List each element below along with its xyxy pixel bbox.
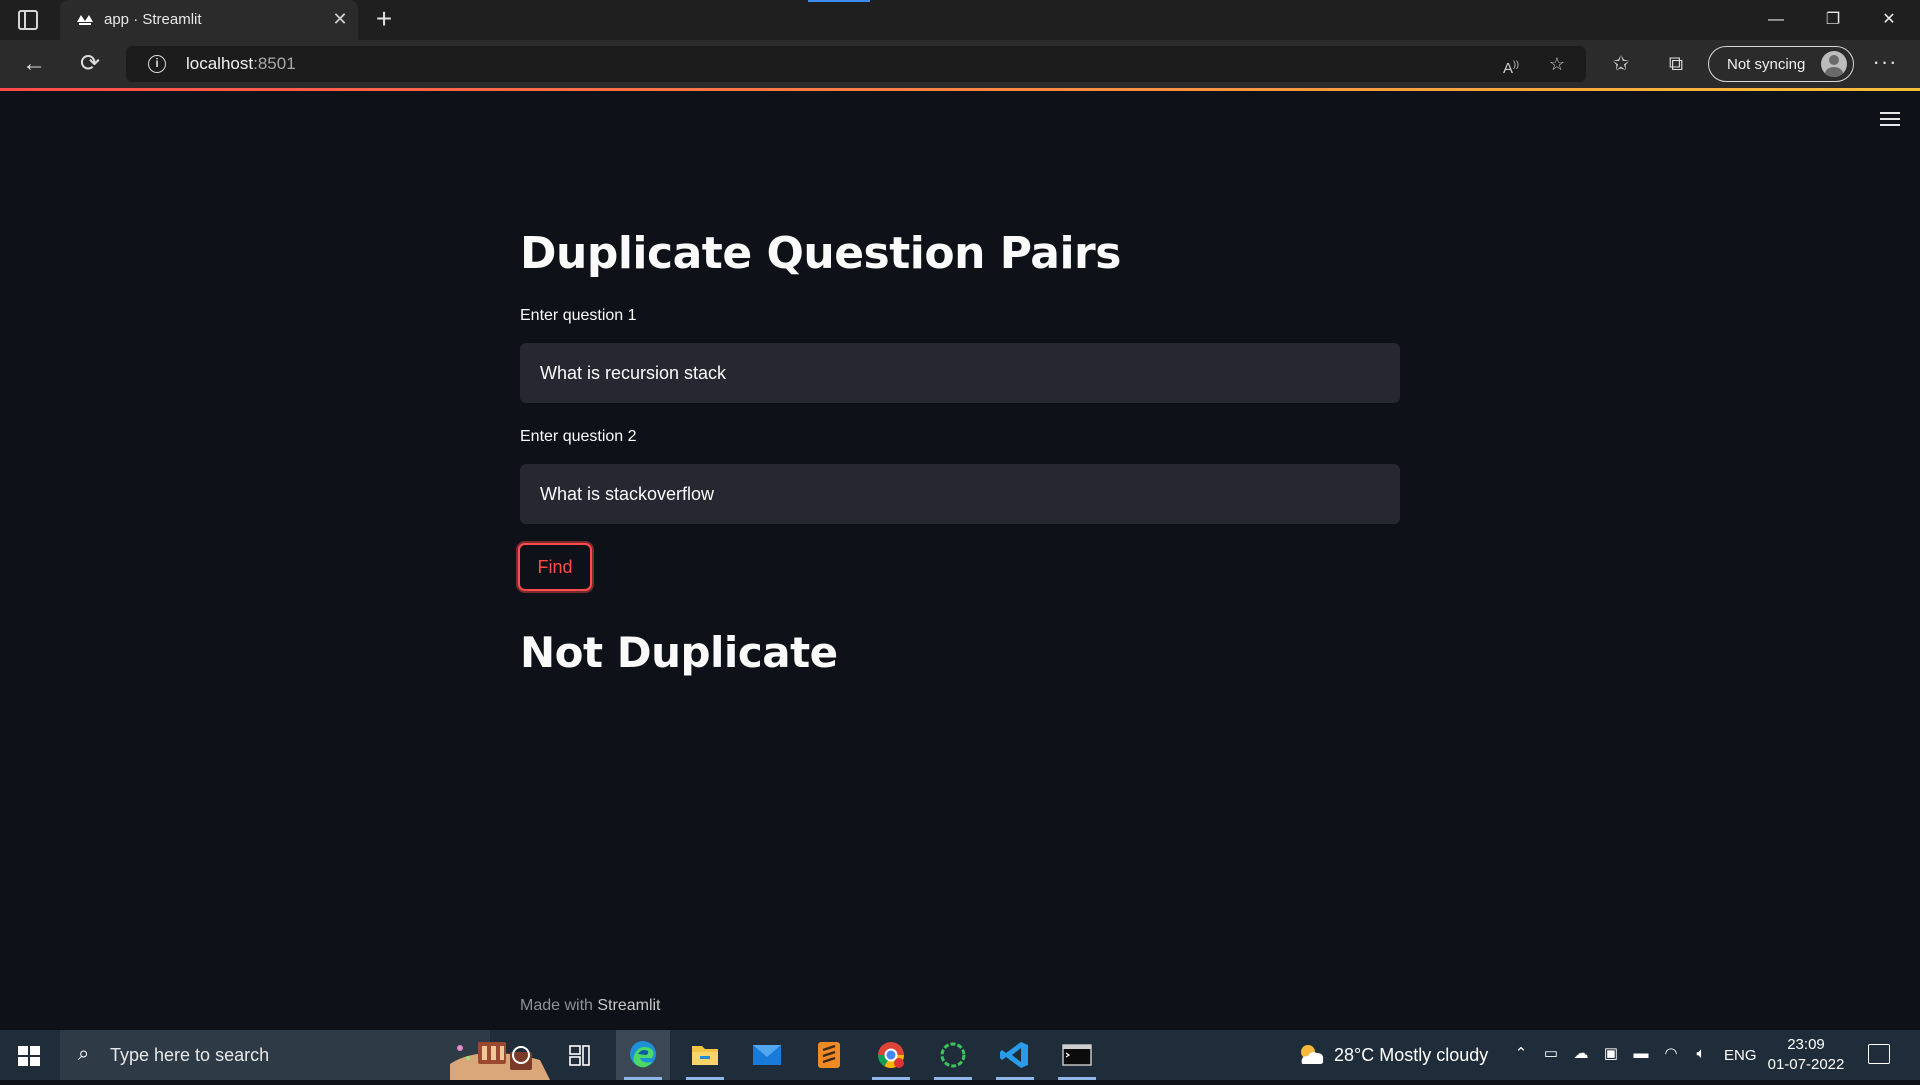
address-bar: ← ⟳ i localhost:8501 A)) ☆ ✩ ⧉ Not synci… xyxy=(0,40,1920,88)
security-icon[interactable]: ▣ xyxy=(1602,1045,1620,1063)
footer-prefix: Made with xyxy=(520,997,598,1014)
onedrive-icon[interactable]: ☁ xyxy=(1572,1045,1590,1063)
weather-text[interactable]: 28°C Mostly cloudy xyxy=(1334,1045,1488,1066)
restore-icon[interactable]: ❐ xyxy=(1810,4,1856,36)
taskbar-search-box[interactable]: ⌕ Type here to search xyxy=(60,1030,550,1080)
browser-tab[interactable]: app · Streamlit ✕ xyxy=(60,0,358,40)
footer: Made with Streamlit xyxy=(520,997,661,1015)
close-window-icon[interactable]: ✕ xyxy=(1866,4,1912,36)
weather-cloudy-icon xyxy=(1301,1045,1324,1064)
mail-icon[interactable] xyxy=(740,1030,794,1080)
url-text[interactable]: localhost:8501 xyxy=(186,54,296,74)
profile-sync-button[interactable]: Not syncing xyxy=(1708,46,1854,82)
notifications-icon[interactable] xyxy=(1868,1044,1890,1064)
main-menu-icon[interactable] xyxy=(1880,112,1900,128)
streamlit-link[interactable]: Streamlit xyxy=(597,997,660,1014)
result-heading: Not Duplicate xyxy=(520,628,838,677)
favorites-icon[interactable]: ✩ xyxy=(1607,50,1635,78)
clock-date: 01-07-2022 xyxy=(1767,1056,1845,1073)
back-icon[interactable]: ← xyxy=(20,50,48,78)
question2-label: Enter question 2 xyxy=(520,428,637,445)
add-favorite-icon[interactable]: ☆ xyxy=(1544,52,1570,76)
sync-label: Not syncing xyxy=(1727,56,1806,73)
streamlit-logo-icon xyxy=(77,15,93,25)
close-tab-icon[interactable]: ✕ xyxy=(330,9,350,29)
cortana-icon[interactable] xyxy=(494,1030,548,1080)
new-tab-icon[interactable]: + xyxy=(370,5,398,34)
file-explorer-icon[interactable] xyxy=(678,1030,732,1080)
search-icon: ⌕ xyxy=(78,1043,90,1065)
language-indicator[interactable]: ENG xyxy=(1724,1047,1757,1064)
clock[interactable]: 23:09 01-07-2022 xyxy=(1766,1035,1846,1075)
show-hidden-icons-icon[interactable]: ⌃ xyxy=(1512,1045,1530,1063)
loading-indicator xyxy=(808,0,870,2)
battery-icon[interactable]: ▬ xyxy=(1632,1045,1650,1063)
question1-label: Enter question 1 xyxy=(520,307,637,324)
chrome-icon[interactable] xyxy=(864,1030,918,1080)
collections-icon[interactable]: ⧉ xyxy=(1662,50,1690,78)
clock-time: 23:09 xyxy=(1787,1036,1825,1053)
streamlit-decoration-bar xyxy=(0,88,1920,91)
sublime-text-icon[interactable] xyxy=(802,1030,856,1080)
url-field[interactable]: i localhost:8501 A)) ☆ xyxy=(126,46,1586,82)
search-placeholder: Type here to search xyxy=(110,1045,270,1065)
question1-input[interactable] xyxy=(520,343,1400,403)
volume-icon[interactable]: 🔈︎ xyxy=(1692,1045,1710,1063)
avatar xyxy=(1821,51,1847,77)
read-aloud-icon[interactable]: A)) xyxy=(1498,52,1524,77)
page-title: Duplicate Question Pairs xyxy=(520,228,1121,279)
tab-title: app · Streamlit xyxy=(104,11,202,28)
task-view-icon[interactable] xyxy=(552,1030,606,1080)
windows-start-icon[interactable] xyxy=(18,1046,40,1066)
vscode-icon[interactable] xyxy=(988,1030,1042,1080)
minimize-icon[interactable]: — xyxy=(1753,4,1799,36)
wifi-icon[interactable]: ◠ xyxy=(1662,1045,1680,1063)
tab-actions-icon[interactable] xyxy=(18,10,38,30)
find-button[interactable]: Find xyxy=(518,543,592,591)
meet-now-icon[interactable]: ▭ xyxy=(1542,1045,1560,1063)
edge-icon[interactable] xyxy=(616,1030,670,1080)
site-info-icon[interactable]: i xyxy=(148,55,166,73)
loading-app-icon[interactable] xyxy=(926,1030,980,1080)
more-options-icon[interactable]: ··· xyxy=(1870,50,1900,78)
question2-input[interactable] xyxy=(520,464,1400,524)
terminal-icon[interactable] xyxy=(1050,1030,1104,1080)
refresh-icon[interactable]: ⟳ xyxy=(76,50,104,78)
browser-tab-bar: app · Streamlit ✕ + — ❐ ✕ xyxy=(0,0,1920,40)
windows-taskbar: ⌕ Type here to search 28°C Mostly cloudy… xyxy=(0,1030,1920,1080)
